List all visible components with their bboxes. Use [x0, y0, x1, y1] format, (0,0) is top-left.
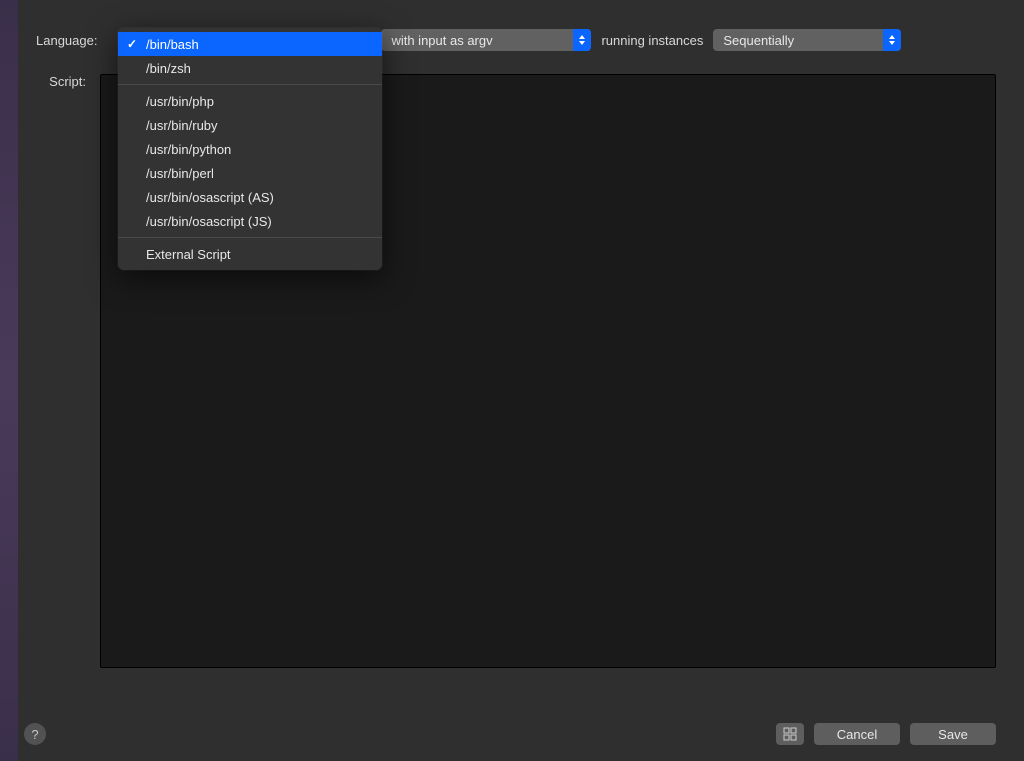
bottom-bar: ? Cancel Save: [24, 723, 996, 745]
language-label: Language:: [36, 33, 97, 48]
running-instances-select[interactable]: Sequentially: [713, 29, 901, 51]
cancel-button[interactable]: Cancel: [814, 723, 900, 745]
script-label: Script:: [36, 74, 86, 668]
input-mode-select[interactable]: with input as argv: [381, 29, 591, 51]
dropdown-item-osascript-as[interactable]: /usr/bin/osascript (AS): [118, 185, 382, 209]
dropdown-item-label: /usr/bin/php: [146, 94, 214, 109]
dropdown-separator: [118, 237, 382, 238]
dropdown-separator: [118, 84, 382, 85]
dropdown-item-ruby[interactable]: /usr/bin/ruby: [118, 113, 382, 137]
dropdown-item-external-script[interactable]: External Script: [118, 242, 382, 266]
dropdown-item-label: /bin/bash: [146, 37, 199, 52]
stepper-icon: [883, 29, 901, 51]
dropdown-item-zsh[interactable]: /bin/zsh: [118, 56, 382, 80]
dropdown-item-label: /usr/bin/osascript (AS): [146, 190, 274, 205]
dropdown-item-label: /usr/bin/python: [146, 142, 231, 157]
workflow-grid-button[interactable]: [776, 723, 804, 745]
bottom-right-buttons: Cancel Save: [776, 723, 996, 745]
dropdown-item-php[interactable]: /usr/bin/php: [118, 89, 382, 113]
stepper-icon: [573, 29, 591, 51]
dropdown-item-label: /bin/zsh: [146, 61, 191, 76]
dropdown-item-osascript-js[interactable]: /usr/bin/osascript (JS): [118, 209, 382, 233]
dropdown-item-label: /usr/bin/perl: [146, 166, 214, 181]
running-instances-label: running instances: [601, 33, 703, 48]
save-button[interactable]: Save: [910, 723, 996, 745]
window-left-edge: [0, 0, 18, 761]
help-button[interactable]: ?: [24, 723, 46, 745]
dropdown-item-label: /usr/bin/ruby: [146, 118, 218, 133]
dropdown-item-python[interactable]: /usr/bin/python: [118, 137, 382, 161]
grid-icon: [783, 727, 797, 741]
language-dropdown: /bin/bash /bin/zsh /usr/bin/php /usr/bin…: [118, 28, 382, 270]
dropdown-item-bash[interactable]: /bin/bash: [118, 32, 382, 56]
dropdown-item-label: External Script: [146, 247, 231, 262]
dropdown-item-perl[interactable]: /usr/bin/perl: [118, 161, 382, 185]
dropdown-item-label: /usr/bin/osascript (JS): [146, 214, 272, 229]
